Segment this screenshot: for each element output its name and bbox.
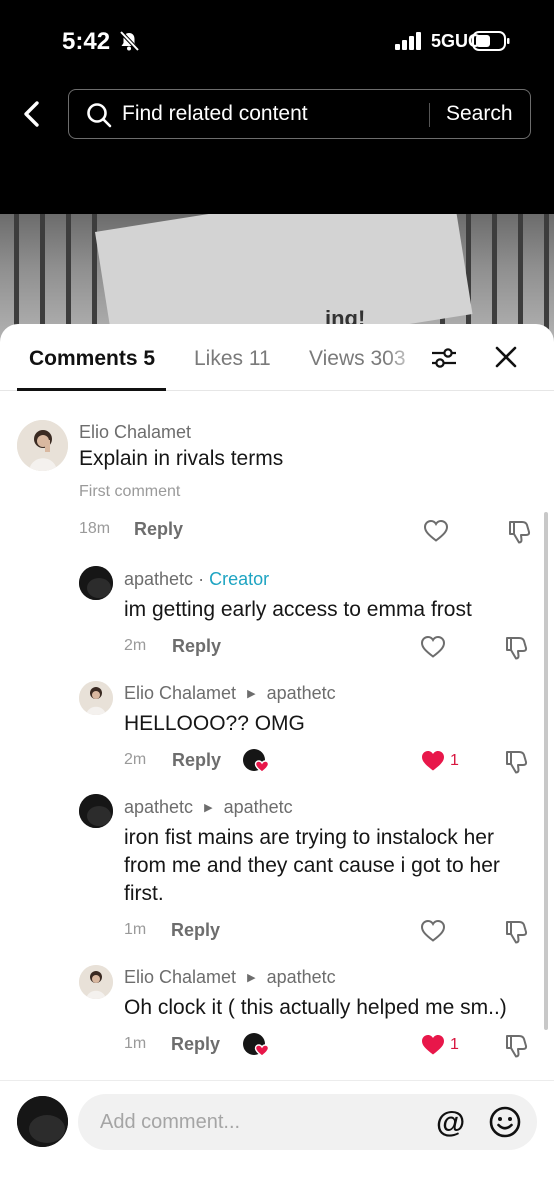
creator-liked-icon	[243, 1033, 270, 1057]
avatar[interactable]	[79, 965, 113, 999]
battery-icon	[472, 31, 510, 51]
active-tab-indicator	[17, 388, 166, 391]
reply-text: Oh clock it ( this actually helped me sm…	[124, 996, 507, 1019]
dislike-icon[interactable]	[507, 518, 533, 544]
dislike-icon[interactable]	[504, 918, 530, 944]
mention-icon[interactable]: @	[436, 1106, 465, 1140]
comment-input-bar: @	[0, 1080, 554, 1200]
avatar[interactable]	[79, 794, 113, 828]
reply-to-username[interactable]: apathetc	[267, 967, 336, 987]
reply-to-username[interactable]: apathetc	[267, 683, 336, 703]
back-arrow-icon[interactable]	[20, 100, 44, 128]
dislike-icon[interactable]	[504, 634, 530, 660]
reply-username[interactable]: apathetc	[124, 797, 193, 817]
reply-text: HELLOOO?? OMG	[124, 712, 305, 735]
tab-comments[interactable]: Comments 5	[29, 347, 155, 371]
add-comment-input[interactable]	[78, 1094, 537, 1150]
reply-time: 1m	[124, 921, 147, 938]
comment-text: Explain in rivals terms	[79, 447, 284, 470]
reply-time: 1m	[124, 1035, 147, 1052]
avatar-photo	[17, 1096, 68, 1147]
reply-time: 2m	[124, 751, 147, 768]
search-placeholder[interactable]: Find related content	[122, 102, 308, 126]
comment-username: Elio Chalamet ▶ apathetc	[124, 967, 336, 988]
heart-icon[interactable]	[420, 635, 446, 659]
comment-username: apathetc ▶ apathetc	[124, 797, 293, 818]
heart-filled-icon[interactable]	[420, 749, 446, 773]
reply-text: iron fist mains are trying to instalock …	[124, 826, 500, 905]
avatar-photo	[79, 681, 113, 715]
like-count: 1	[450, 1036, 459, 1053]
avatar[interactable]	[79, 681, 113, 715]
reply-button[interactable]: Reply	[171, 920, 220, 941]
like-count: 1	[450, 752, 459, 769]
reply-button[interactable]: Reply	[171, 1034, 220, 1055]
creator-liked-icon	[243, 749, 270, 773]
tab-bar: Comments 5 Likes 11 Views 303	[0, 324, 554, 391]
reply-username[interactable]: Elio Chalamet	[124, 683, 236, 703]
reply-username[interactable]: Elio Chalamet	[124, 967, 236, 987]
search-bar[interactable]: Find related content Search	[68, 89, 531, 139]
comment-time: 18m	[79, 520, 111, 537]
tab-likes[interactable]: Likes 11	[194, 347, 271, 371]
scrollbar[interactable]	[544, 512, 548, 1030]
reply-button[interactable]: Reply	[172, 636, 221, 657]
signal-icon	[395, 32, 421, 50]
search-button[interactable]: Search	[446, 102, 513, 126]
comment-username: apathetc · Creator	[124, 569, 270, 589]
avatar-photo	[79, 566, 113, 600]
reply-button[interactable]: Reply	[134, 519, 183, 540]
first-comment-label: First comment	[79, 483, 181, 500]
comments-sheet: Comments 5 Likes 11 Views 303 Elio Chala…	[0, 324, 554, 1200]
status-time: 5:42	[62, 28, 111, 55]
close-icon[interactable]	[495, 346, 517, 368]
creator-badge: Creator	[209, 569, 270, 589]
search-divider	[429, 103, 430, 127]
reply-time: 2m	[124, 637, 147, 654]
avatar-photo	[17, 420, 68, 471]
dislike-icon[interactable]	[504, 1032, 530, 1058]
comment-username: Elio Chalamet ▶ apathetc	[124, 683, 336, 704]
reply-arrow-icon: ▶	[247, 972, 256, 984]
reply-button[interactable]: Reply	[172, 750, 221, 771]
avatar-photo	[79, 965, 113, 999]
reply-username[interactable]: apathetc	[124, 569, 193, 589]
reply-to-username[interactable]: apathetc	[224, 797, 293, 817]
avatar[interactable]	[79, 566, 113, 600]
reply-arrow-icon: ▶	[204, 802, 213, 814]
avatar-photo	[79, 794, 113, 828]
comment-username[interactable]: Elio Chalamet	[79, 422, 191, 443]
reply-text: im getting early access to emma frost	[124, 598, 472, 621]
heart-icon[interactable]	[420, 919, 446, 943]
heart-icon[interactable]	[423, 519, 449, 543]
emoji-icon[interactable]	[489, 1106, 521, 1138]
filter-icon[interactable]	[431, 346, 457, 370]
user-avatar[interactable]	[17, 1096, 68, 1147]
status-bar: 5:42 5GUC	[0, 0, 554, 80]
search-icon	[87, 103, 112, 128]
heart-filled-icon[interactable]	[420, 1033, 446, 1057]
bell-off-icon	[119, 30, 140, 52]
reply-arrow-icon: ▶	[247, 688, 256, 700]
dislike-icon[interactable]	[504, 748, 530, 774]
avatar[interactable]	[17, 420, 68, 471]
